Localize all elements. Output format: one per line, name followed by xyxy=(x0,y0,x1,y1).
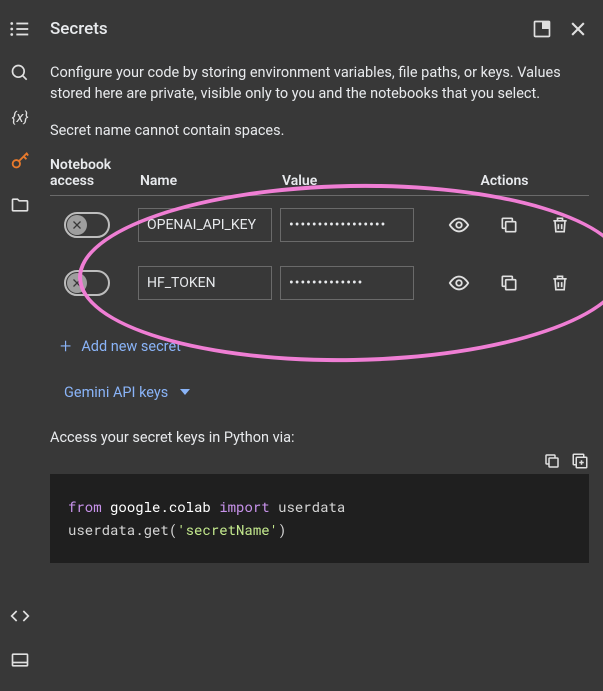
col-value-header: Value xyxy=(280,173,420,189)
col-actions-header: Actions xyxy=(420,173,589,189)
code-snippet: from google.colab import userdata userda… xyxy=(50,474,589,563)
gemini-api-keys-dropdown[interactable]: Gemini API keys xyxy=(64,384,190,401)
caret-down-icon xyxy=(180,384,190,401)
delete-icon[interactable] xyxy=(549,214,571,236)
left-rail: {x} xyxy=(0,0,40,691)
variables-icon[interactable]: {x} xyxy=(9,106,31,128)
copy-icon[interactable] xyxy=(498,272,520,294)
panel-warning: Secret name cannot contain spaces. xyxy=(50,122,589,139)
secret-row xyxy=(50,254,589,312)
secret-name-input[interactable] xyxy=(138,208,272,242)
reveal-icon[interactable] xyxy=(448,214,470,236)
panel-description: Configure your code by storing environme… xyxy=(50,62,589,104)
insert-code-icon[interactable] xyxy=(571,452,589,470)
delete-icon[interactable] xyxy=(549,272,571,294)
folder-icon[interactable] xyxy=(9,194,31,216)
panel-title: Secrets xyxy=(50,19,517,39)
copy-icon[interactable] xyxy=(498,214,520,236)
gemini-label: Gemini API keys xyxy=(64,384,168,401)
secrets-table-header: Notebook access Name Value Actions xyxy=(50,157,589,196)
code-icon[interactable] xyxy=(9,605,31,627)
close-icon[interactable] xyxy=(567,18,589,40)
key-icon[interactable] xyxy=(9,150,31,172)
secret-value-input[interactable] xyxy=(280,266,414,300)
toc-icon[interactable] xyxy=(9,18,31,40)
notebook-access-toggle[interactable] xyxy=(64,212,110,238)
secret-row xyxy=(50,196,589,254)
plus-icon: + xyxy=(60,334,71,358)
col-access-header: Notebook access xyxy=(50,157,138,189)
popout-icon[interactable] xyxy=(531,18,553,40)
secret-value-input[interactable] xyxy=(280,208,414,242)
add-new-secret-button[interactable]: + Add new secret xyxy=(60,334,181,358)
access-hint: Access your secret keys in Python via: xyxy=(50,429,589,446)
code-block: from google.colab import userdata userda… xyxy=(50,474,589,563)
terminal-icon[interactable] xyxy=(9,649,31,671)
col-name-header: Name xyxy=(138,173,280,189)
reveal-icon[interactable] xyxy=(448,272,470,294)
secrets-panel: Secrets Configure your code by storing e… xyxy=(40,0,603,691)
search-icon[interactable] xyxy=(9,62,31,84)
add-secret-label: Add new secret xyxy=(81,338,181,355)
secret-name-input[interactable] xyxy=(138,266,272,300)
copy-code-icon[interactable] xyxy=(543,452,561,470)
notebook-access-toggle[interactable] xyxy=(64,270,110,296)
